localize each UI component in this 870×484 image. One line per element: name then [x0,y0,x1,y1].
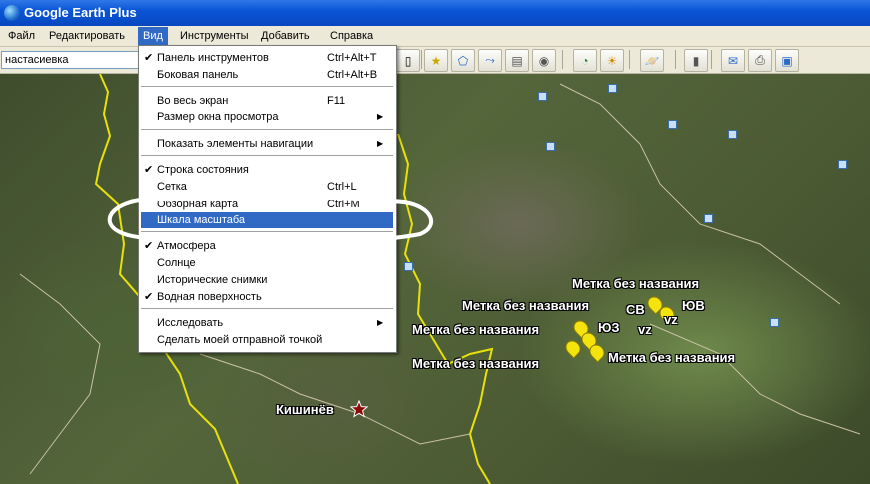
menu-item-view-size[interactable]: Размер окна просмотра ▶ [141,109,393,125]
menu-bar: Файл Редактировать Вид Инструменты Добав… [0,26,870,47]
toolbar-separator [675,50,676,69]
print-icon[interactable]: ⎙ [748,49,772,72]
toolbar-separator [421,50,422,69]
region-border-line [649,323,861,435]
record-tour-icon[interactable]: ◉ [532,49,556,72]
planets-icon[interactable]: 🪐 [640,49,664,72]
direction-label[interactable]: ЮВ [682,298,705,313]
submenu-arrow-icon: ▶ [377,318,384,327]
menu-view[interactable]: Вид [138,27,168,45]
direction-label[interactable]: vz [664,312,678,327]
menu-edit[interactable]: Редактировать [44,29,130,44]
direction-label[interactable]: vz [638,322,652,337]
menu-item-scale-legend[interactable]: Шкала масштаба [141,212,393,228]
add-polygon-icon[interactable]: ⬠ [451,49,475,72]
add-image-overlay-icon[interactable]: ▤ [505,49,529,72]
sidebar-toggle-icon[interactable]: ▯ [396,49,420,72]
menu-item-historical-imagery[interactable]: Исторические снимки [141,272,393,288]
map-borders [19,74,861,484]
menu-file[interactable]: Файл [3,29,40,44]
poi-icon[interactable] [770,318,779,327]
email-icon[interactable]: ✉ [721,49,745,72]
map-view[interactable]: Метка без названия Метка без названия Ме… [0,74,870,484]
poi-icon[interactable] [404,262,413,271]
poi-icon[interactable] [838,160,847,169]
check-icon: ✔ [144,52,154,64]
city-label[interactable]: Кишинёв [276,402,334,417]
menu-separator [141,129,393,131]
menu-separator [141,231,393,233]
menu-separator [141,155,393,157]
submenu-arrow-icon: ▶ [377,112,384,121]
menu-separator [141,308,393,310]
toolbar-separator [562,50,563,69]
toolbar: настасиевка ▯ ★ ⬠ ⤳ ▤ ◉ ◔ ☀ 🪐 ▮ ✉ ⎙ ▣ [0,47,870,74]
direction-label[interactable]: СВ [626,302,645,317]
window-title: Google Earth Plus [24,5,137,20]
poi-icon[interactable] [546,142,555,151]
poi-icon[interactable] [608,84,617,93]
poi-icon[interactable] [668,120,677,129]
menu-add[interactable]: Добавить [256,29,315,44]
menu-item-water-surface[interactable]: ✔ Водная поверхность [141,289,393,305]
placemark-label[interactable]: Метка без названия [608,350,735,365]
menu-item-status-bar[interactable]: ✔ Строка состояния [141,162,393,178]
menu-item-overview-map[interactable]: Обзорная карта Ctrl+M [141,196,393,212]
placemark-label[interactable]: Метка без названия [572,276,699,291]
toolbar-separator [629,50,630,69]
capital-star-icon[interactable] [350,400,368,418]
submenu-arrow-icon: ▶ [377,139,384,148]
title-bar: Google Earth Plus [0,0,870,26]
ruler-icon[interactable]: ▮ [684,49,708,72]
view-menu-dropdown: ✔ Панель инструментов Ctrl+Alt+T Боковая… [138,45,397,353]
menu-item-make-start-location[interactable]: Сделать моей отправной точкой [141,332,393,348]
direction-label[interactable]: ЮЗ [598,320,620,335]
region-border-line [559,83,841,305]
poi-icon[interactable] [538,92,547,101]
historical-imagery-icon[interactable]: ◔ [573,49,597,72]
menu-item-sun[interactable]: Солнце [141,255,393,271]
google-earth-icon [4,5,20,21]
menu-item-show-navigation[interactable]: Показать элементы навигации ▶ [141,136,393,152]
add-path-icon[interactable]: ⤳ [478,49,502,72]
menu-item-toolbar[interactable]: ✔ Панель инструментов Ctrl+Alt+T [141,50,393,66]
check-icon: ✔ [144,291,154,303]
add-placemark-icon[interactable]: ★ [424,49,448,72]
check-icon: ✔ [144,164,154,176]
check-icon: ✔ [144,240,154,252]
menu-item-atmosphere[interactable]: ✔ Атмосфера [141,238,393,254]
poi-icon[interactable] [704,214,713,223]
menu-item-explore[interactable]: Исследовать ▶ [141,315,393,331]
placemark-label[interactable]: Метка без названия [412,322,539,337]
menu-item-sidebar[interactable]: Боковая панель Ctrl+Alt+B [141,67,393,83]
save-image-icon[interactable]: ▣ [775,49,799,72]
menu-item-fullscreen[interactable]: Во весь экран F11 [141,93,393,109]
menu-separator [141,86,393,88]
toolbar-separator [711,50,712,69]
menu-item-grid[interactable]: Сетка Ctrl+L [141,179,393,195]
menu-help[interactable]: Справка [325,29,378,44]
search-input[interactable]: настасиевка [1,51,141,69]
menu-tools[interactable]: Инструменты [175,29,254,44]
placemark-label[interactable]: Метка без названия [462,298,589,313]
placemark-label[interactable]: Метка без названия [412,356,539,371]
poi-icon[interactable] [728,130,737,139]
sunlight-icon[interactable]: ☀ [600,49,624,72]
region-border-line [19,273,101,475]
